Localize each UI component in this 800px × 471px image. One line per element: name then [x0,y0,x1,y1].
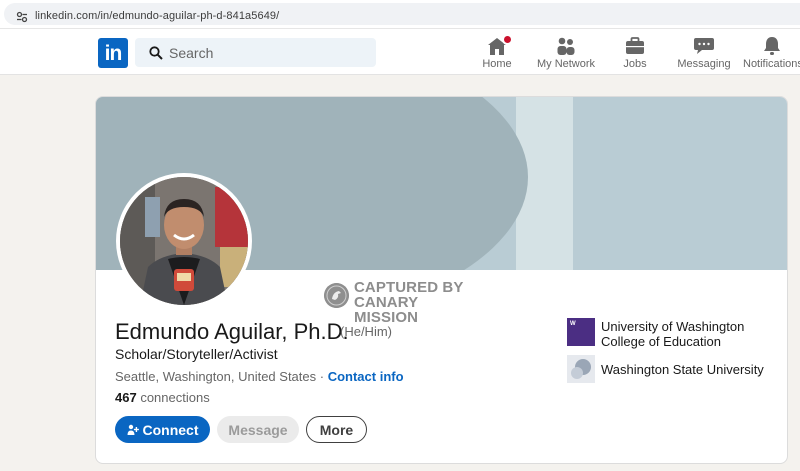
profile-name: Edmundo Aguilar, Ph.D. [115,319,349,344]
more-button[interactable]: More [306,416,367,443]
captured-stamp: CAPTURED BY CANARY MISSION [324,280,484,325]
nav-label-messaging: Messaging [677,58,731,70]
nav-label-jobs: Jobs [623,58,647,70]
search-icon [149,46,163,60]
bell-icon [764,37,780,55]
stamp-line-1: CAPTURED BY [354,279,464,296]
site-settings-icon[interactable] [16,11,28,23]
nav-my-network[interactable]: My Network [536,34,596,74]
education-name-uw-line-1: University of Washington [601,319,745,334]
education-name-wsu: Washington State University [601,362,764,377]
connect-button[interactable]: Connect [115,416,210,443]
add-person-icon [127,424,139,435]
stamp-text: CAPTURED BY CANARY MISSION [354,280,484,325]
message-button-label: Message [228,421,288,438]
connections-label: connections [136,390,210,405]
profile-headline: Scholar/Storyteller/Activist [115,346,278,362]
search-input[interactable] [169,38,369,67]
nav-label-notifications: Notifications [743,58,800,70]
nav-jobs[interactable]: Jobs [620,34,650,74]
education-name-uw: University of Washington College of Educ… [601,319,744,349]
nav-label-my-network: My Network [536,58,596,70]
browser-address-bar: linkedin.com/in/edmundo-aguilar-ph-d-841… [0,0,800,29]
network-icon [557,37,575,55]
connections-count[interactable]: 467 connections [115,390,210,405]
notification-badge [502,34,513,45]
stamp-line-2: CANARY MISSION [354,294,419,326]
connect-button-label: Connect [142,421,199,438]
profile-pronouns: (He/Him) [340,324,392,339]
profile-photo[interactable] [116,173,252,309]
university-logo-uw: W [567,318,595,346]
search-bar[interactable] [135,38,376,67]
contact-info-link[interactable]: Contact info [328,369,404,384]
message-button[interactable]: Message [217,416,299,443]
connections-number: 467 [115,390,137,405]
nav-label-home: Home [482,58,512,70]
person-photo-icon [120,177,248,305]
location-separator: · [316,369,328,384]
more-button-label: More [319,421,354,438]
university-logo-wsu [567,355,595,383]
url-field[interactable]: linkedin.com/in/edmundo-aguilar-ph-d-841… [4,3,800,25]
canary-bird-icon [324,283,349,308]
linkedin-logo[interactable]: in [98,38,128,68]
briefcase-icon [626,37,644,54]
uw-logo-letter: W [570,321,576,327]
url-text[interactable]: linkedin.com/in/edmundo-aguilar-ph-d-841… [35,10,279,22]
education-name-uw-line-2: College of Education [601,334,721,349]
profile-location-line: Seattle, Washington, United States · Con… [115,369,404,384]
nav-notifications[interactable]: Notifications [743,34,800,74]
profile-location: Seattle, Washington, United States [115,369,317,384]
messaging-icon [694,38,714,54]
nav-messaging[interactable]: Messaging [675,34,733,74]
